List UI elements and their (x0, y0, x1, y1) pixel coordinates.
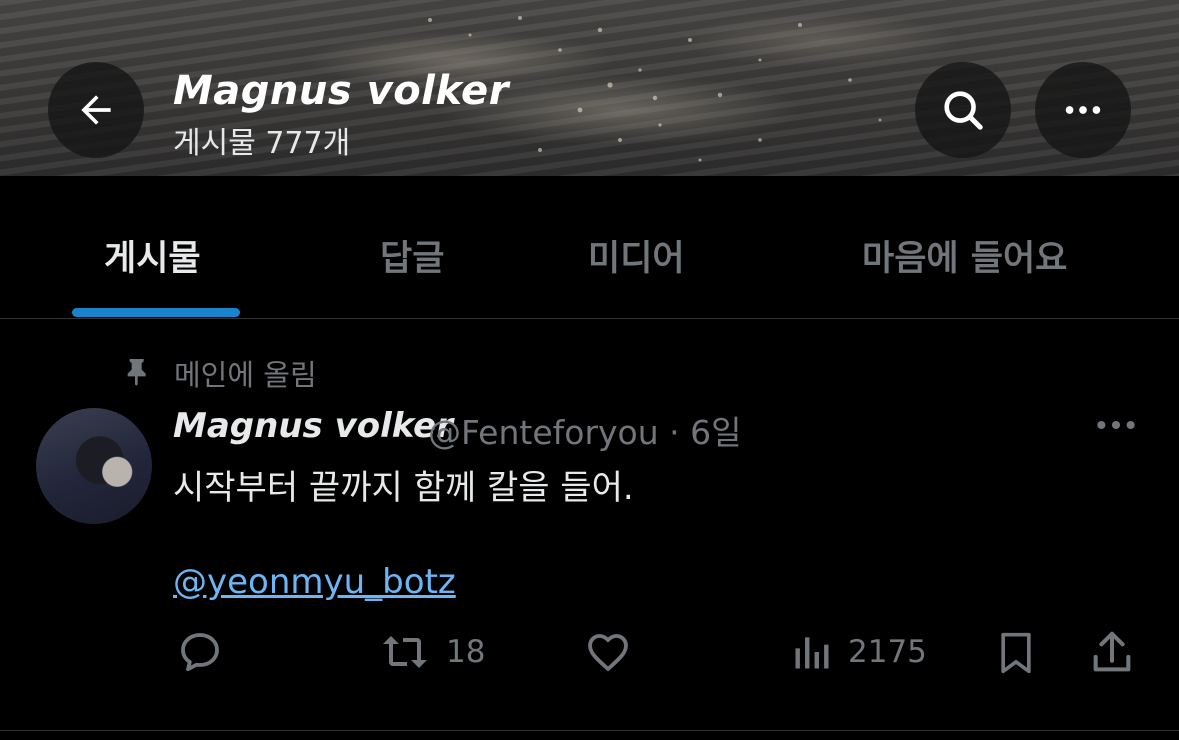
post-mention-link[interactable]: @yeonmyu_botz (173, 562, 456, 602)
search-icon (944, 91, 983, 130)
header-post-count: 게시물 777개 (173, 126, 351, 161)
header-profile-name: Magnus volker (173, 68, 509, 114)
like-button[interactable] (584, 628, 632, 676)
active-tab-indicator (72, 308, 240, 317)
repost-button[interactable]: 18 (378, 628, 485, 676)
tab-likes[interactable]: 마음에 들어요 (862, 230, 1067, 281)
back-arrow-icon (81, 95, 111, 125)
pin-icon (127, 359, 146, 386)
post-divider (0, 730, 1179, 731)
search-button[interactable] (915, 62, 1011, 158)
heart-icon (588, 634, 628, 671)
avatar[interactable] (36, 408, 152, 524)
repost-count: 18 (446, 634, 486, 670)
bookmark-button[interactable] (994, 628, 1038, 678)
views-icon (795, 637, 829, 669)
reply-button[interactable] (176, 628, 224, 676)
post-more-button[interactable] (1094, 410, 1138, 444)
profile-banner: Magnus volker 게시물 777개 (0, 0, 1179, 176)
bookmark-icon (1001, 632, 1031, 674)
share-button[interactable] (1088, 628, 1136, 678)
repost-icon (383, 636, 427, 668)
post-text: 시작부터 끝까지 함께 칼을 들어. (173, 468, 634, 508)
tab-posts[interactable]: 게시물 (104, 230, 201, 281)
pinned-label: 메인에 올림 (174, 358, 317, 392)
back-button[interactable] (48, 62, 144, 158)
more-options-button[interactable] (1035, 62, 1131, 158)
views-button[interactable]: 2175 (790, 628, 927, 676)
post-meta: @Fenteforyou · 6일 (428, 413, 742, 452)
share-icon (1093, 631, 1131, 672)
post-author-name[interactable]: Magnus volker (173, 406, 453, 446)
tab-replies[interactable]: 답글 (380, 230, 444, 281)
reply-icon (181, 633, 219, 672)
tab-media[interactable]: 미디어 (588, 230, 685, 281)
more-horizontal-icon (1065, 106, 1101, 114)
views-count: 2175 (848, 634, 927, 670)
more-horizontal-icon (1097, 420, 1135, 430)
